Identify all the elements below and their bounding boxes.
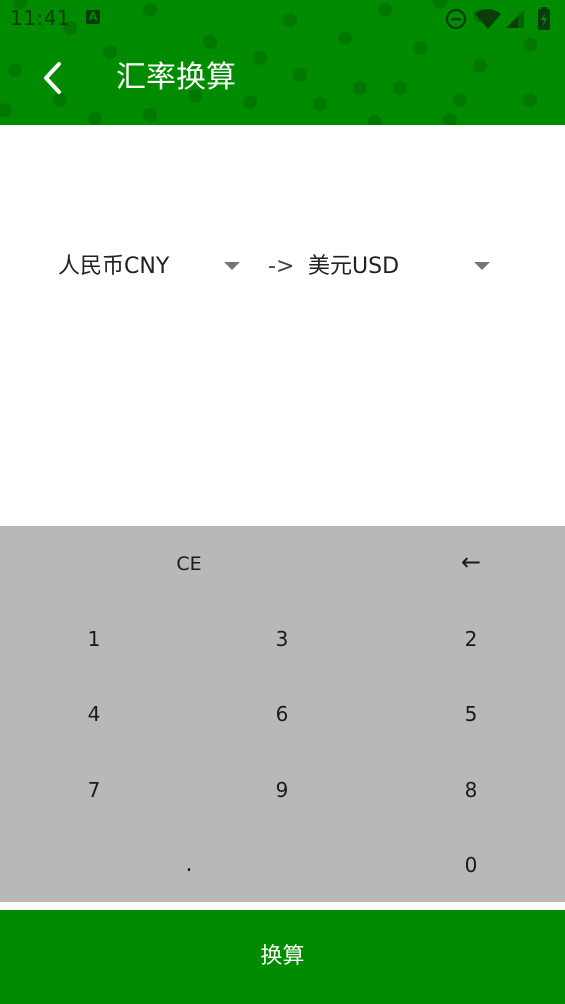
clear-entry-button[interactable]: CE bbox=[129, 534, 249, 594]
back-button[interactable] bbox=[30, 54, 78, 102]
battery-charging-icon bbox=[538, 7, 550, 30]
from-currency-spinner[interactable]: 人民币CNY bbox=[48, 240, 248, 294]
number-keypad: CE ← 1 3 2 4 6 5 7 9 8 . 0 bbox=[0, 526, 565, 902]
key-7[interactable]: 7 bbox=[34, 760, 154, 820]
currency-selection-row: 人民币CNY -> 美元USD bbox=[0, 240, 565, 294]
dropdown-arrow-icon bbox=[474, 262, 490, 270]
status-bar: 11:41 A bbox=[0, 0, 565, 38]
key-2[interactable]: 2 bbox=[411, 609, 531, 669]
key-5[interactable]: 5 bbox=[411, 684, 531, 744]
page-title: 汇率换算 bbox=[116, 60, 236, 95]
do-not-disturb-icon bbox=[445, 8, 467, 30]
from-currency-label: 人民币CNY bbox=[58, 254, 170, 279]
signal-icon bbox=[506, 10, 524, 28]
conversion-arrow: -> bbox=[268, 254, 295, 279]
app-header: 11:41 A 汇率换算 bbox=[0, 0, 565, 125]
dropdown-arrow-icon bbox=[224, 262, 240, 270]
convert-button[interactable]: 换算 bbox=[0, 910, 565, 1004]
key-3[interactable]: 3 bbox=[222, 609, 342, 669]
status-time: 11:41 bbox=[10, 6, 71, 30]
status-icons bbox=[444, 6, 559, 32]
key-6[interactable]: 6 bbox=[222, 684, 342, 744]
key-0[interactable]: 0 bbox=[411, 835, 531, 895]
key-4[interactable]: 4 bbox=[34, 684, 154, 744]
chevron-left-icon bbox=[44, 62, 61, 94]
key-9[interactable]: 9 bbox=[222, 760, 342, 820]
key-8[interactable]: 8 bbox=[411, 760, 531, 820]
a-icon: A bbox=[86, 10, 100, 24]
backspace-button[interactable]: ← bbox=[411, 532, 531, 592]
currency-converter-screen: 11:41 A 汇率换算 人民币CNY -> 美元USD CE ← 1 3 2 … bbox=[0, 0, 565, 1004]
key-1[interactable]: 1 bbox=[34, 609, 154, 669]
to-currency-label: 美元USD bbox=[308, 254, 400, 279]
decimal-point-button[interactable]: . bbox=[129, 835, 249, 895]
to-currency-spinner[interactable]: 美元USD bbox=[298, 240, 498, 294]
wifi-icon bbox=[475, 9, 501, 29]
